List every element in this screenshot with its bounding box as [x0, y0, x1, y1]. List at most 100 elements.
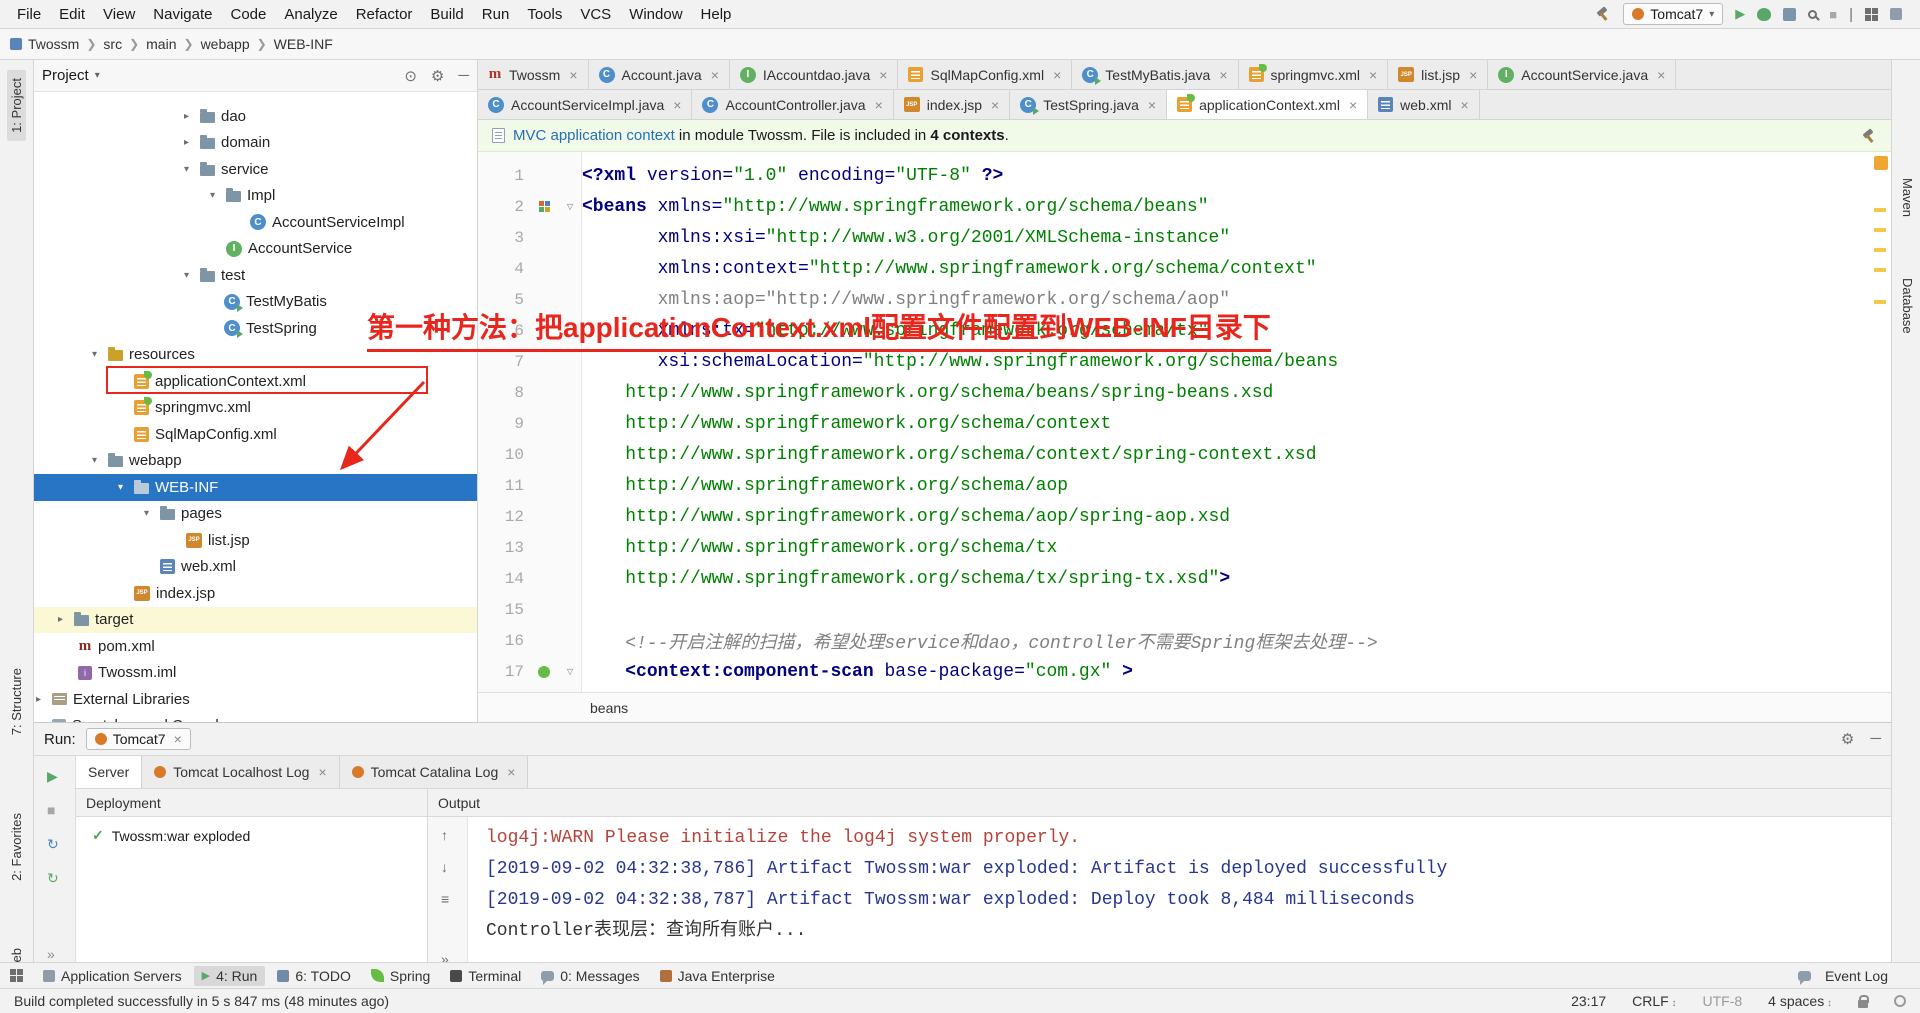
tool-button-todo[interactable]: 6: TODO: [269, 966, 359, 986]
tool-tab-database[interactable]: Database: [1898, 270, 1917, 342]
mvc-context-link[interactable]: MVC application context: [513, 127, 675, 144]
tree-item-target[interactable]: ▸ target: [34, 606, 477, 633]
menu-item-analyze[interactable]: Analyze: [275, 6, 346, 23]
tree-item-scratches[interactable]: ▸Scratches and Consoles: [34, 713, 477, 722]
tree-item-pages[interactable]: ▾ pages: [34, 501, 477, 528]
breadcrumb-item-main[interactable]: main: [146, 36, 176, 52]
tree-item-impl[interactable]: ▾ Impl: [34, 183, 477, 210]
tree-item-indexjsp[interactable]: JSP index.jsp: [34, 580, 477, 607]
hide-panel-icon[interactable]: ─: [458, 67, 469, 85]
close-icon[interactable]: ×: [1053, 67, 1061, 83]
tree-item-webxml[interactable]: web.xml: [34, 554, 477, 581]
editor-tab-indexjsp[interactable]: JSP index.jsp ×: [893, 90, 1011, 119]
tree-item-listjsp[interactable]: JSP list.jsp: [34, 527, 477, 554]
tool-tab-maven[interactable]: Maven: [1898, 170, 1917, 225]
wrench-icon[interactable]: [1861, 128, 1877, 144]
close-icon[interactable]: ×: [879, 67, 887, 83]
debug-button[interactable]: [1757, 7, 1772, 21]
editor-tab-springmvc[interactable]: springmvc.xml ×: [1238, 60, 1389, 89]
tab-server[interactable]: Server: [76, 756, 143, 788]
tool-tab-project[interactable]: 1: Project: [7, 70, 26, 141]
run-config-tab[interactable]: Tomcat7 ×: [85, 728, 191, 750]
tree-item-webinf-selected[interactable]: ▾ WEB-INF: [34, 474, 477, 501]
tree-item-service[interactable]: ▾ service: [34, 156, 477, 183]
close-icon[interactable]: ×: [711, 67, 719, 83]
menu-item-navigate[interactable]: Navigate: [144, 6, 221, 23]
run-configuration-select[interactable]: Tomcat7 ▾: [1623, 3, 1724, 25]
tree-item-test[interactable]: ▾ test: [34, 262, 477, 289]
tree-item-accountservice[interactable]: I AccountService: [34, 236, 477, 263]
stop-server-button[interactable]: ■: [47, 802, 55, 818]
close-icon[interactable]: ×: [1657, 67, 1665, 83]
editor-tab-listjsp[interactable]: JSP list.jsp ×: [1388, 60, 1489, 89]
tree-item-pomxml[interactable]: m pom.xml: [34, 633, 477, 660]
close-icon[interactable]: ×: [875, 97, 883, 113]
tool-button-java-enterprise[interactable]: Java Enterprise: [652, 966, 783, 986]
deployment-item[interactable]: ✓ Twossm:war exploded: [76, 817, 427, 844]
tree-item-sqlmapconfig[interactable]: SqlMapConfig.xml: [34, 421, 477, 448]
inspections-indicator-icon[interactable]: [1894, 995, 1906, 1007]
editor-tab-iaccountdao[interactable]: I IAccountdao.java ×: [729, 60, 899, 89]
update-application-button[interactable]: ↻: [47, 870, 59, 887]
locate-file-icon[interactable]: ⊙: [404, 67, 417, 85]
tool-button-terminal[interactable]: Terminal: [442, 966, 529, 986]
menu-item-view[interactable]: View: [94, 6, 144, 23]
menu-item-code[interactable]: Code: [221, 6, 275, 23]
run-button[interactable]: ▶: [1735, 6, 1745, 22]
tree-item-external-libraries[interactable]: ▸ External Libraries: [34, 686, 477, 713]
menu-item-run[interactable]: Run: [473, 6, 519, 23]
close-icon[interactable]: ×: [1148, 97, 1156, 113]
caret-position-widget[interactable]: 23:17: [1571, 993, 1606, 1009]
close-icon[interactable]: ×: [569, 67, 577, 83]
breadcrumb-item-webapp[interactable]: webapp: [201, 36, 250, 52]
menu-item-window[interactable]: Window: [620, 6, 691, 23]
tool-button-spring[interactable]: Spring: [363, 966, 438, 986]
build-hammer-icon[interactable]: [1595, 6, 1611, 22]
editor-tab-applicationcontext-active[interactable]: applicationContext.xml ×: [1167, 90, 1369, 119]
coverage-button[interactable]: [1783, 7, 1797, 21]
close-icon[interactable]: ×: [318, 764, 326, 780]
tree-item-dao[interactable]: ▸ dao: [34, 103, 477, 130]
line-ending-widget[interactable]: CRLF ↕: [1632, 993, 1676, 1009]
menu-item-build[interactable]: Build: [421, 6, 472, 23]
tool-tab-structure[interactable]: 7: Structure: [7, 660, 26, 743]
encoding-widget[interactable]: UTF-8: [1703, 993, 1743, 1009]
breadcrumb-beans[interactable]: beans: [590, 700, 628, 716]
tree-item-twossmiml[interactable]: i Twossm.iml: [34, 660, 477, 687]
menu-item-refactor[interactable]: Refactor: [347, 6, 422, 23]
scroll-down-icon[interactable]: ↓: [441, 859, 448, 875]
settings-gear-icon[interactable]: ⚙: [431, 67, 444, 85]
more-options-icon[interactable]: »: [47, 946, 55, 962]
menu-item-file[interactable]: File: [8, 6, 50, 23]
tool-button-event-log[interactable]: Event Log: [1817, 966, 1896, 986]
tab-tomcat-catalina-log[interactable]: Tomcat Catalina Log ×: [339, 756, 529, 788]
tool-window-switcher-icon[interactable]: [10, 969, 23, 982]
tool-button-application-servers[interactable]: Application Servers: [35, 966, 190, 986]
menu-item-tools[interactable]: Tools: [518, 6, 571, 23]
editor-tab-testmybatis[interactable]: C TestMyBatis.java ×: [1072, 60, 1239, 89]
breadcrumb-item-src[interactable]: src: [103, 36, 122, 52]
editor-tab-webxml[interactable]: web.xml ×: [1368, 90, 1480, 119]
close-icon[interactable]: ×: [1349, 97, 1357, 113]
editor-tab-accountserviceimpl[interactable]: C AccountServiceImpl.java ×: [478, 90, 693, 119]
editor-tab-twossm[interactable]: m Twossm ×: [478, 60, 589, 89]
editor-tab-accountservice[interactable]: I AccountService.java ×: [1488, 60, 1677, 89]
editor-tab-sqlmapconfig[interactable]: SqlMapConfig.xml ×: [898, 60, 1073, 89]
close-icon[interactable]: ×: [1219, 67, 1227, 83]
close-icon[interactable]: ×: [1469, 67, 1477, 83]
tab-tomcat-localhost-log[interactable]: Tomcat Localhost Log ×: [142, 756, 340, 788]
menu-item-help[interactable]: Help: [692, 6, 741, 23]
settings-gear-icon[interactable]: ⚙: [1841, 730, 1854, 748]
tree-item-domain[interactable]: ▸ domain: [34, 130, 477, 157]
hide-panel-icon[interactable]: ─: [1870, 730, 1881, 748]
profiler-button[interactable]: [1808, 9, 1818, 19]
editor-tab-account[interactable]: C Account.java ×: [588, 60, 730, 89]
close-icon[interactable]: ×: [507, 764, 515, 780]
tree-item-webapp[interactable]: ▾ webapp: [34, 448, 477, 475]
breadcrumb-item-webinf[interactable]: WEB-INF: [274, 36, 333, 52]
tree-item-springmvc[interactable]: springmvc.xml: [34, 395, 477, 422]
stop-button[interactable]: ■: [1829, 7, 1837, 22]
fold-arrow-icon[interactable]: ▽: [558, 665, 582, 679]
close-icon[interactable]: ×: [991, 97, 999, 113]
close-icon[interactable]: ×: [174, 731, 182, 747]
